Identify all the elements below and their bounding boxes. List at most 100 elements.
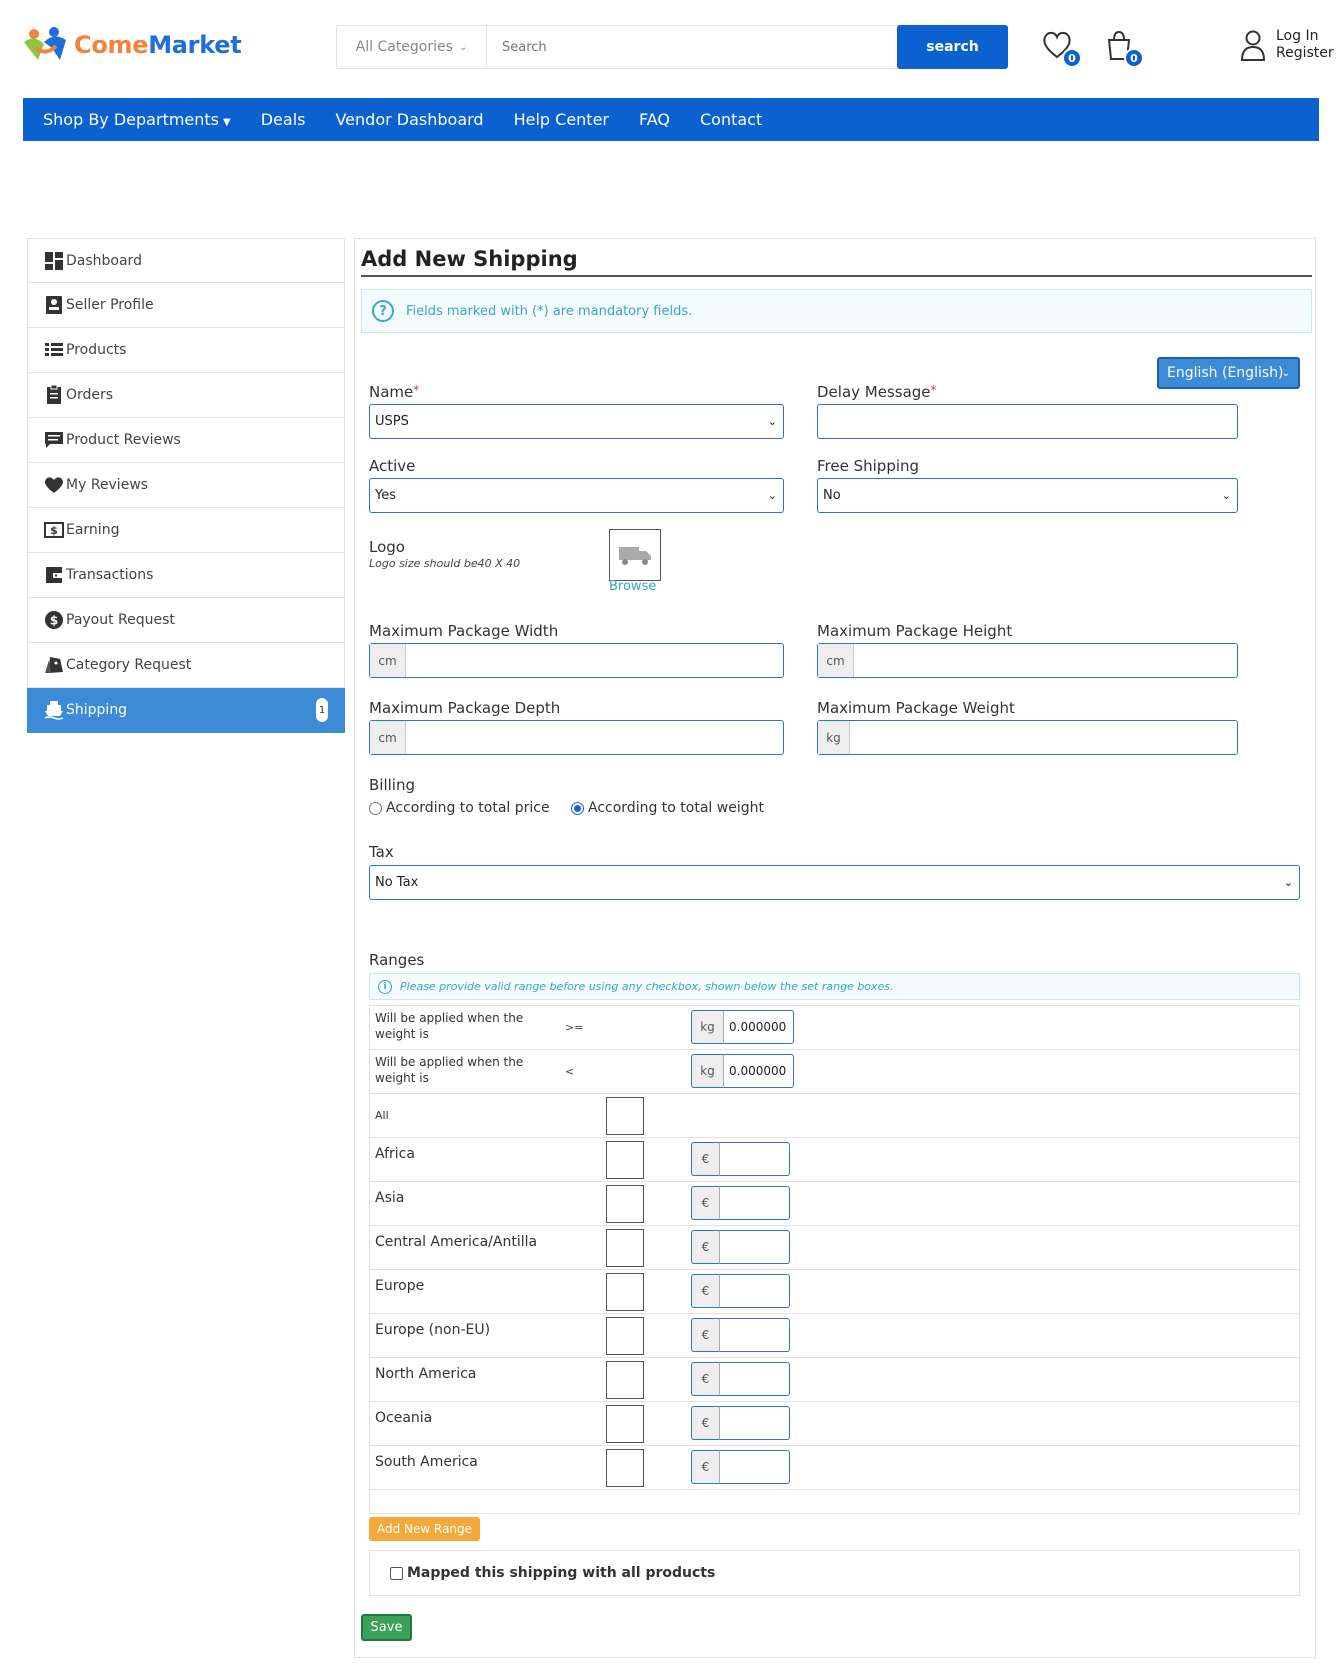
chevron-down-icon: ⌄ bbox=[767, 415, 777, 428]
nav-faq[interactable]: FAQ bbox=[639, 110, 670, 129]
billing-option-weight[interactable]: According to total weight bbox=[571, 800, 764, 816]
billing-option-price[interactable]: According to total price bbox=[369, 800, 550, 816]
language-select[interactable]: English (English) ⌄ bbox=[1157, 357, 1300, 389]
register-link[interactable]: Register bbox=[1276, 45, 1334, 62]
add-new-range-button[interactable]: Add New Range bbox=[369, 1517, 480, 1541]
delay-message-input[interactable] bbox=[817, 404, 1238, 439]
category-select[interactable]: All Categories ⌄ bbox=[337, 26, 487, 68]
range-max-value[interactable]: 0.000000 bbox=[724, 1054, 794, 1088]
login-link[interactable]: Log In bbox=[1276, 28, 1334, 45]
zone-label: North America bbox=[375, 1366, 477, 1382]
zone-price-input[interactable]: € bbox=[691, 1230, 790, 1264]
map-all-products-option[interactable]: Mapped this shipping with all products bbox=[369, 1550, 1300, 1596]
mandatory-note: Fields marked with (*) are mandatory fie… bbox=[406, 303, 693, 319]
map-all-products-checkbox[interactable] bbox=[390, 1566, 403, 1580]
browse-link[interactable]: Browse bbox=[609, 579, 656, 594]
zone-price-input[interactable]: € bbox=[691, 1362, 790, 1396]
wallet-icon bbox=[44, 565, 64, 585]
range-operator: >= bbox=[565, 1021, 584, 1034]
account-links[interactable]: Log In Register bbox=[1240, 28, 1334, 62]
nav-contact[interactable]: Contact bbox=[700, 110, 762, 129]
zone-price-input[interactable]: € bbox=[691, 1406, 790, 1440]
zone-price-input[interactable]: € bbox=[691, 1450, 790, 1484]
save-button[interactable]: Save bbox=[361, 1614, 412, 1641]
review-icon bbox=[44, 430, 64, 450]
sidebar-item-shipping[interactable]: Shipping 1 bbox=[27, 688, 345, 733]
zone-checkbox[interactable] bbox=[606, 1141, 644, 1179]
zone-row-all: All bbox=[370, 1094, 1299, 1138]
sidebar-item-product-reviews[interactable]: Product Reviews bbox=[27, 418, 345, 463]
user-icon bbox=[1240, 30, 1266, 61]
free-shipping-select[interactable]: No ⌄ bbox=[817, 478, 1238, 513]
unit-kg: kg bbox=[818, 721, 850, 754]
ranges-note: Please provide valid range before using … bbox=[400, 980, 894, 993]
ranges-table: Will be applied when the weight is >= kg… bbox=[369, 1005, 1300, 1514]
name-label: Name* bbox=[369, 383, 420, 401]
nav-deals[interactable]: Deals bbox=[261, 110, 306, 129]
zone-label: Europe (non-EU) bbox=[375, 1322, 491, 1338]
currency-euro: € bbox=[691, 1450, 720, 1484]
radio-price[interactable] bbox=[369, 801, 382, 815]
chevron-down-icon: ⌄ bbox=[458, 41, 468, 53]
wishlist-button[interactable]: 0 bbox=[1040, 28, 1082, 68]
sidebar-item-label: Transactions bbox=[66, 567, 154, 583]
range-max-input[interactable]: kg 0.000000 bbox=[691, 1054, 794, 1088]
zone-checkbox[interactable] bbox=[606, 1361, 644, 1399]
tax-select[interactable]: No Tax ⌄ bbox=[369, 865, 1300, 900]
zone-price-input[interactable]: € bbox=[691, 1186, 790, 1220]
zone-checkbox[interactable] bbox=[606, 1229, 644, 1267]
unit-kg: kg bbox=[691, 1010, 724, 1044]
dashboard-icon bbox=[44, 251, 64, 271]
nav-shop-by-departments[interactable]: Shop By Departments ▼ bbox=[43, 110, 231, 129]
sidebar-item-transactions[interactable]: Transactions bbox=[27, 553, 345, 598]
question-circle-icon: ? bbox=[372, 300, 394, 322]
delay-message-label: Delay Message* bbox=[817, 383, 937, 401]
search-button[interactable]: search bbox=[897, 25, 1008, 69]
zone-checkbox[interactable] bbox=[606, 1317, 644, 1355]
currency-euro: € bbox=[691, 1318, 720, 1352]
page-title: Add New Shipping bbox=[361, 245, 1312, 277]
max-height-input[interactable]: cm bbox=[817, 643, 1238, 678]
zone-price-input[interactable]: € bbox=[691, 1142, 790, 1176]
zone-all-checkbox[interactable] bbox=[606, 1097, 644, 1135]
zone-checkbox[interactable] bbox=[606, 1185, 644, 1223]
brand-name: ComeMarket bbox=[74, 31, 242, 59]
zone-checkbox[interactable] bbox=[606, 1405, 644, 1443]
sidebar-item-products[interactable]: Products bbox=[27, 328, 345, 373]
zone-price-input[interactable]: € bbox=[691, 1318, 790, 1352]
active-select[interactable]: Yes ⌄ bbox=[369, 478, 784, 513]
sidebar-item-payout-request[interactable]: $ Payout Request bbox=[27, 598, 345, 643]
zone-checkbox[interactable] bbox=[606, 1449, 644, 1487]
zone-price-input[interactable]: € bbox=[691, 1274, 790, 1308]
logo-preview[interactable] bbox=[609, 529, 661, 581]
radio-weight[interactable] bbox=[571, 801, 584, 815]
max-depth-label: Maximum Package Depth bbox=[369, 699, 561, 717]
language-label: English (English) bbox=[1167, 365, 1284, 381]
mandatory-info-box: ? Fields marked with (*) are mandatory f… bbox=[361, 289, 1312, 333]
logo-label: Logo bbox=[369, 538, 405, 556]
range-min-input[interactable]: kg 0.000000 bbox=[691, 1010, 794, 1044]
sidebar-item-orders[interactable]: Orders bbox=[27, 373, 345, 418]
map-all-products-label: Mapped this shipping with all products bbox=[407, 1565, 716, 1581]
chevron-down-icon: ⌄ bbox=[1281, 367, 1290, 379]
zone-row: Oceania € bbox=[370, 1402, 1299, 1446]
nav-vendor-dashboard[interactable]: Vendor Dashboard bbox=[335, 110, 483, 129]
sidebar-item-my-reviews[interactable]: My Reviews bbox=[27, 463, 345, 508]
nav-help-center[interactable]: Help Center bbox=[514, 110, 609, 129]
unit-cm: cm bbox=[370, 644, 406, 677]
max-weight-input[interactable]: kg bbox=[817, 720, 1238, 755]
name-select[interactable]: USPS ⌄ bbox=[369, 404, 784, 439]
currency-euro: € bbox=[691, 1230, 720, 1264]
sidebar-item-category-request[interactable]: Category Request bbox=[27, 643, 345, 688]
max-width-input[interactable]: cm bbox=[369, 643, 784, 678]
brand-logo[interactable]: ComeMarket bbox=[20, 26, 242, 64]
zone-checkbox[interactable] bbox=[606, 1273, 644, 1311]
cart-button[interactable]: 0 bbox=[1102, 28, 1144, 68]
sidebar-item-dashboard[interactable]: Dashboard bbox=[27, 238, 345, 283]
range-min-value[interactable]: 0.000000 bbox=[724, 1010, 794, 1044]
sidebar-item-label: Products bbox=[66, 342, 127, 358]
sidebar-item-earning[interactable]: $ Earning bbox=[27, 508, 345, 553]
site-header: ComeMarket All Categories⌄ search 0 0 Lo… bbox=[0, 0, 1344, 95]
sidebar-item-seller-profile[interactable]: Seller Profile bbox=[27, 283, 345, 328]
max-depth-input[interactable]: cm bbox=[369, 720, 784, 755]
